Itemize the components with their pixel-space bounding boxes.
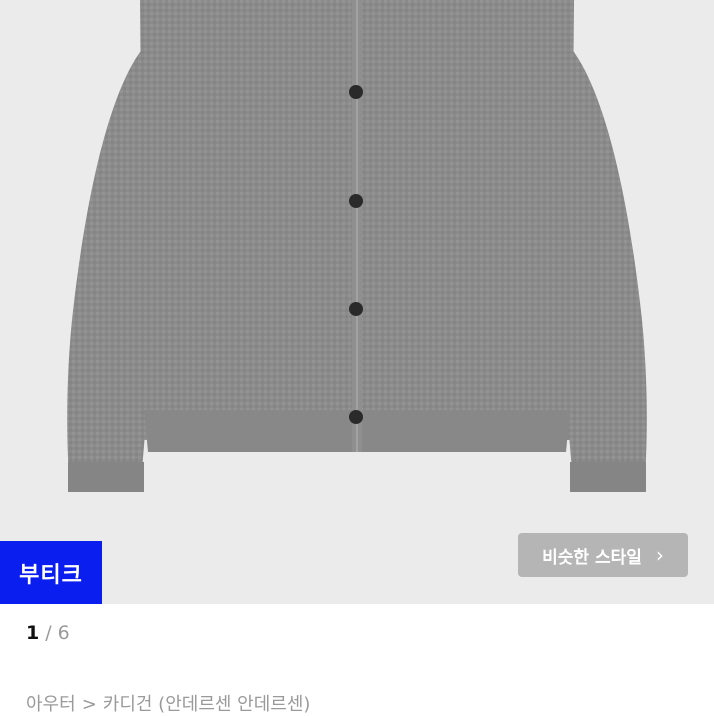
breadcrumb-separator: >	[81, 694, 97, 715]
pager-total: 6	[57, 622, 70, 644]
breadcrumb-item-cardigan[interactable]: 카디건 (안데르센 안데르센)	[103, 694, 311, 715]
image-pager: 1/6	[26, 622, 70, 644]
boutique-badge: 부티크	[0, 541, 102, 604]
breadcrumb: 아우터 > 카디건 (안데르센 안데르센)	[26, 690, 310, 716]
pager-current: 1	[26, 622, 40, 644]
pager-separator: /	[45, 622, 52, 644]
similar-style-label: 비슷한 스타일	[542, 547, 642, 568]
breadcrumb-item-outer[interactable]: 아우터	[26, 694, 76, 715]
product-image[interactable]	[0, 0, 714, 604]
similar-style-button[interactable]: 비슷한 스타일 ›	[518, 533, 688, 577]
chevron-right-icon: ›	[655, 543, 664, 567]
cardigan-photo	[67, 0, 647, 492]
badge-label: 부티크	[19, 562, 83, 588]
